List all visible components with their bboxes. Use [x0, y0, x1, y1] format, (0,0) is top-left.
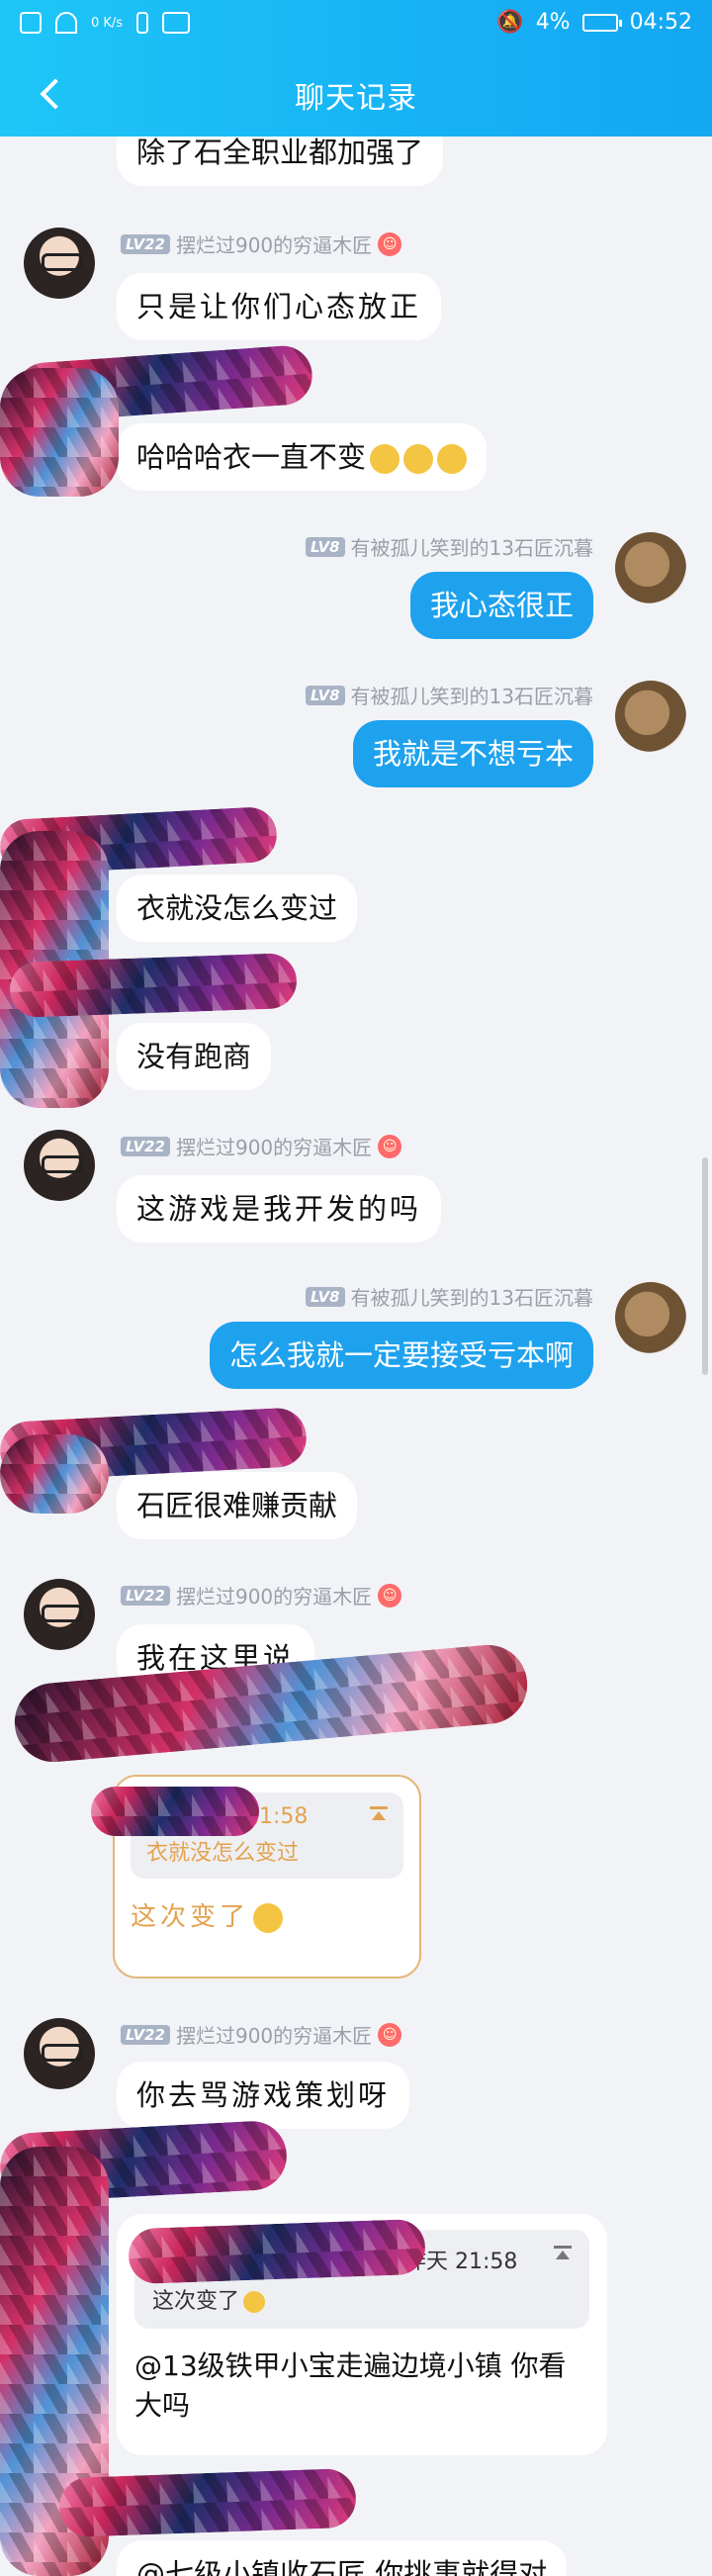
sender-info: LV8 有被孤儿笑到的13石匠沉暮 [306, 532, 593, 561]
sender-info: LV22 摆烂过900的穷逼木匠 ☺ [121, 1132, 402, 1160]
message-bubble[interactable]: 我就是不想亏本 [352, 720, 593, 787]
avatar[interactable] [615, 532, 686, 603]
quoted-text: 衣就没怎么变过 [146, 1841, 300, 1866]
emoji-icon [243, 2291, 266, 2313]
reply-text: @13级铁甲小宝走遍边境小镇 你看大吗 [134, 2349, 567, 2422]
sender-name: 摆烂过900的穷逼木匠 [175, 2024, 373, 2048]
avatar[interactable] [615, 1282, 686, 1353]
sender-name: 有被孤儿笑到的13石匠沉暮 [350, 1286, 593, 1310]
avatar[interactable] [24, 1579, 95, 1650]
message-bubble[interactable]: 没有跑商 [117, 1023, 272, 1090]
sender-info: LV22 摆烂过900的穷逼木匠 ☺ [121, 230, 402, 258]
sender-name: 摆烂过900的穷逼木匠 [175, 233, 373, 257]
emoji-icon [253, 1903, 284, 1933]
sender-info: LV22 摆烂过900的穷逼木匠 ☺ [121, 1581, 402, 1610]
gallery-icon [162, 12, 191, 34]
page-title: 聊天记录 [295, 81, 417, 116]
vip-icon: ☺ [378, 1583, 402, 1608]
sender-info: LV8 有被孤儿笑到的13石匠沉暮 [306, 681, 593, 709]
scrollbar[interactable] [702, 1157, 708, 1375]
message-bubble[interactable]: 你去骂游戏策划呀 [117, 2062, 410, 2129]
mute-icon: 🔕 [496, 10, 524, 35]
redacted-mosaic [0, 368, 119, 497]
message-text: 哈哈哈衣一直不变 [136, 440, 367, 474]
vip-icon: ☺ [378, 231, 402, 256]
level-badge: LV8 [306, 1286, 345, 1307]
reply-text: 这次变了 [131, 1896, 403, 1933]
message-bubble[interactable]: 怎么我就一定要接受亏本啊 [209, 1322, 593, 1389]
message-bubble[interactable]: 衣就没怎么变过 [117, 874, 358, 942]
wifi-icon [55, 12, 77, 34]
redacted-mosaic [0, 1434, 109, 1514]
redacted-mosaic [91, 1787, 259, 1836]
level-badge: LV22 [121, 233, 170, 254]
sender-info: LV8 有被孤儿笑到的13石匠沉暮 [306, 1282, 593, 1311]
clock: 04:52 [629, 10, 692, 35]
sender-info: LV22 摆烂过900的穷逼木匠 ☺ [121, 2020, 402, 2049]
message-bubble[interactable]: 石匠很难赚贡献 [117, 1472, 358, 1539]
level-badge: LV8 [306, 685, 345, 705]
vip-icon: ☺ [378, 1134, 402, 1158]
sender-name: 有被孤儿笑到的13石匠沉暮 [350, 536, 593, 560]
avatar[interactable] [615, 681, 686, 752]
network-speed: 0 K/s [91, 15, 124, 31]
message-bubble[interactable]: @七级小镇收石匠 你挑事就得对 [117, 2540, 568, 2576]
jump-to-top-icon[interactable] [554, 2246, 572, 2265]
vip-icon: ☺ [378, 2022, 402, 2047]
quoted-text: 这次变了 [152, 2283, 572, 2315]
emoji-icon [370, 444, 400, 474]
battery-icon [581, 13, 622, 32]
message-bubble[interactable]: 这游戏是我开发的吗 [117, 1175, 442, 1242]
notification-icon [20, 12, 42, 34]
navigation-bar: 聊天记录 [0, 59, 712, 129]
avatar[interactable] [24, 1130, 95, 1201]
redacted-mosaic [9, 952, 298, 1019]
battery-percent: 4% [535, 10, 571, 35]
level-badge: LV22 [121, 2024, 170, 2045]
message-bubble[interactable]: 我心态很正 [409, 572, 593, 639]
sender-name: 摆烂过900的穷逼木匠 [175, 1136, 373, 1159]
sender-name: 摆烂过900的穷逼木匠 [175, 1585, 373, 1609]
level-badge: LV22 [121, 1136, 170, 1156]
app-header: 0 K/s 🔕 4% 04:52 聊天记录 [0, 0, 712, 137]
message-bubble[interactable]: 哈哈哈衣一直不变 [117, 423, 488, 491]
redacted-mosaic [128, 2218, 426, 2285]
level-badge: LV22 [121, 1585, 170, 1606]
avatar[interactable] [24, 228, 95, 299]
redacted-mosaic [58, 2467, 357, 2538]
level-badge: LV8 [306, 536, 345, 557]
battery-saver-icon [136, 12, 149, 34]
status-bar: 0 K/s 🔕 4% 04:52 [0, 0, 712, 51]
message-bubble[interactable]: 只是让你们心态放正 [117, 273, 442, 340]
emoji-icon [403, 444, 434, 474]
emoji-icon [437, 444, 468, 474]
avatar[interactable] [24, 2018, 95, 2089]
jump-to-top-icon[interactable] [370, 1806, 388, 1826]
sender-name: 有被孤儿笑到的13石匠沉暮 [350, 685, 593, 708]
